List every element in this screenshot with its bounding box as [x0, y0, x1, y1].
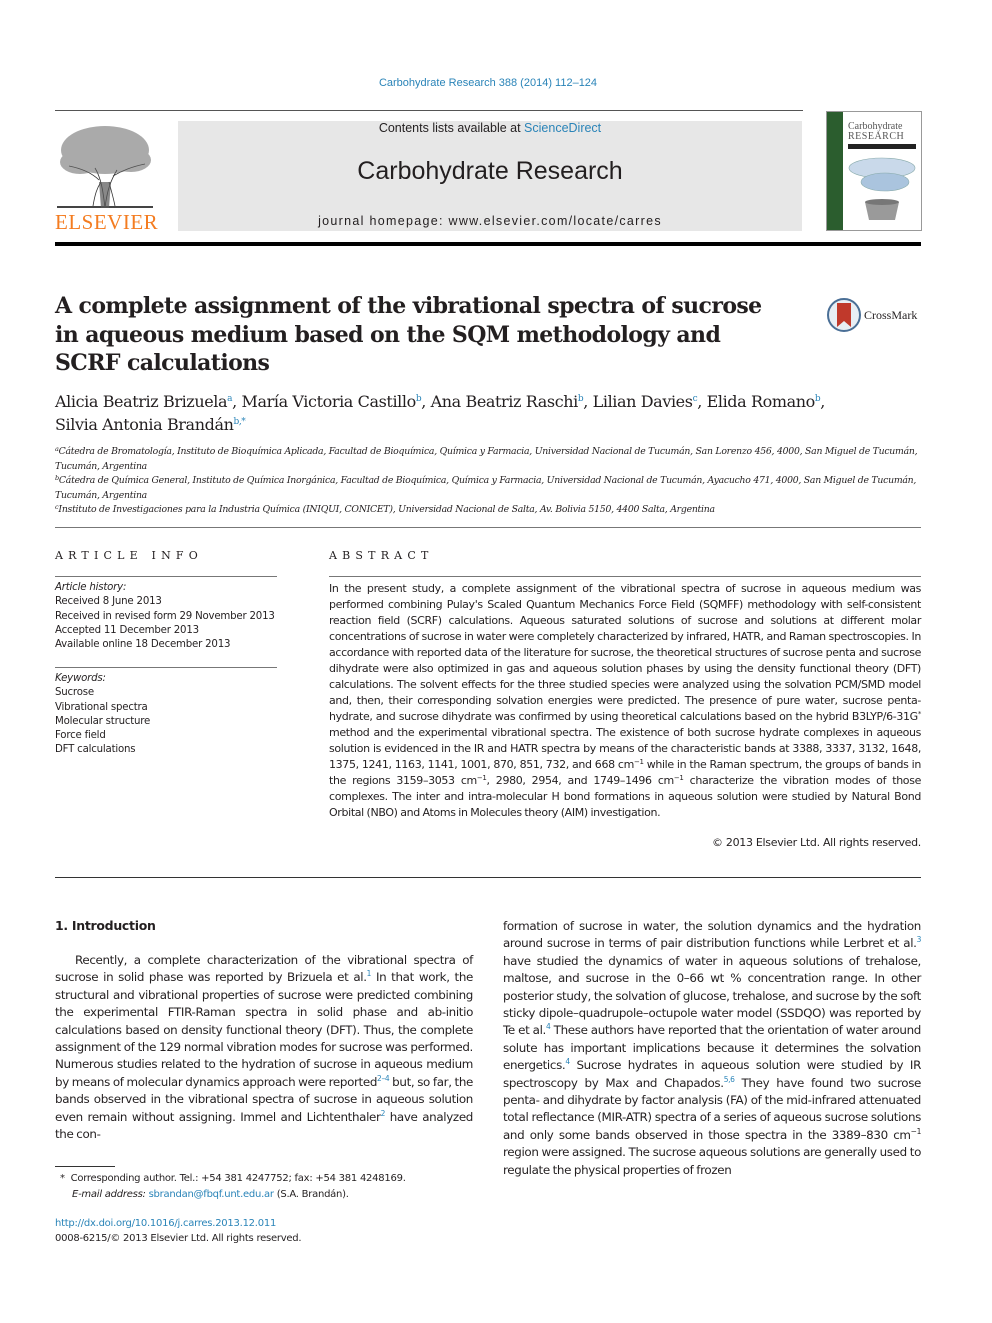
affiliations-rule [55, 527, 921, 528]
sciencedirect-link[interactable]: ScienceDirect [524, 121, 601, 135]
history-item: Accepted 11 December 2013 [55, 624, 199, 636]
reference-link[interactable]: 3 [917, 935, 922, 944]
abstract-superscript: −1 [673, 774, 684, 782]
cover-illustration-icon [848, 157, 916, 220]
author-name[interactable]: Silvia Antonia Brandán [55, 415, 234, 434]
author-separator: , [820, 392, 825, 411]
author-separator: , [583, 392, 593, 411]
paragraph: Recently, a complete characterization of… [55, 952, 473, 1143]
history-item: Available online 18 December 2013 [55, 639, 231, 651]
journal-cover-thumbnail[interactable]: Carbohydrate RESEARCH [826, 111, 922, 231]
corresponding-text: Corresponding author. Tel.: +54 381 4247… [70, 1173, 406, 1184]
keyword-item: Vibrational spectra [55, 701, 148, 713]
abstract-copyright: © 2013 Elsevier Ltd. All rights reserved… [712, 836, 921, 849]
article-info-heading: ARTICLE INFO [55, 549, 203, 562]
corresponding-author-footnote: * Corresponding author. Tel.: +54 381 42… [60, 1171, 480, 1203]
article-history: Article history: Received 8 June 2013 Re… [55, 581, 285, 652]
affiliation-text: Cátedra de Bromatología, Instituto de Bi… [55, 446, 918, 472]
email-label: E-mail address: [72, 1189, 149, 1200]
abstract-superscript: * [917, 710, 922, 718]
abstract-segment: , 2980, 2954, and 1749–1496 cm [486, 774, 675, 787]
paragraph: formation of sucrose in water, the solut… [503, 918, 921, 1179]
journal-masthead: Contents lists available at ScienceDirec… [178, 121, 802, 231]
email-line: E-mail address: sbrandan@fbqf.unt.edu.ar… [60, 1187, 480, 1203]
unit-superscript: −1 [910, 1126, 922, 1136]
corresponding-line: * Corresponding author. Tel.: +54 381 42… [60, 1171, 480, 1187]
article-title: A complete assignment of the vibrational… [55, 293, 762, 376]
author-name[interactable]: Ana Beatriz Raschi [431, 392, 579, 411]
author-name[interactable]: Alicia Beatriz Brizuela [55, 392, 228, 411]
homepage-prefix: journal homepage: [318, 214, 449, 228]
author-name[interactable]: María Victoria Castillo [242, 392, 417, 411]
keywords: Keywords: Sucrose Vibrational spectra Mo… [55, 672, 285, 758]
header-rule [55, 110, 803, 111]
journal-name: Carbohydrate Research [357, 157, 623, 185]
text-segment: In that work, the structural and vibrati… [55, 970, 473, 1089]
crossmark-label[interactable]: CrossMark [864, 308, 917, 323]
header-thick-rule [55, 242, 921, 246]
affiliation-item: bCátedra de Química General, Instituto d… [55, 474, 921, 503]
abstract-heading: ABSTRACT [329, 549, 434, 562]
keywords-label: Keywords: [55, 673, 106, 684]
doi-link[interactable]: http://dx.doi.org/10.1016/j.carres.2013.… [55, 1216, 276, 1231]
affiliation-text: Cátedra de Química General, Instituto de… [55, 475, 917, 501]
author-name[interactable]: Lilian Davies [593, 392, 693, 411]
body-column-right: formation of sucrose in water, the solut… [503, 918, 921, 1179]
body-rule [55, 877, 921, 878]
email-link[interactable]: sbrandan@fbqf.unt.edu.ar [149, 1189, 274, 1200]
journal-citation-link[interactable]: Carbohydrate Research 388 (2014) 112–124 [0, 77, 976, 89]
text-segment: formation of sucrose in water, the solut… [503, 919, 921, 951]
history-item: Received 8 June 2013 [55, 596, 162, 608]
footnote-rule [55, 1166, 115, 1167]
reference-link[interactable]: 5,6 [724, 1075, 735, 1084]
keyword-item: Force field [55, 730, 106, 742]
abstract-rule [329, 576, 921, 577]
cover-subtitle: RESEARCH [848, 131, 905, 142]
cover-band [827, 112, 843, 230]
affiliation-item: cInstituto de Investigaciones para la In… [55, 503, 921, 518]
abstract-segment: In the present study, a complete assignm… [329, 582, 921, 723]
abstract-superscript: −1 [476, 774, 487, 782]
journal-homepage: journal homepage: www.elsevier.com/locat… [178, 214, 802, 228]
keyword-item: DFT calculations [55, 744, 136, 756]
abstract-superscript: −1 [633, 758, 644, 766]
article-info-rule [55, 576, 277, 577]
section-heading-introduction: 1. Introduction [55, 918, 156, 933]
abstract-text: In the present study, a complete assignm… [329, 581, 921, 821]
email-suffix: (S.A. Brandán). [273, 1189, 349, 1200]
affiliation-text: Instituto de Investigaciones para la Ind… [58, 504, 715, 515]
cover-bar [848, 144, 916, 149]
contents-prefix: Contents lists available at [378, 121, 525, 135]
author-name[interactable]: Elida Romano [707, 392, 816, 411]
reference-link[interactable]: 2–4 [377, 1074, 390, 1083]
history-item: Received in revised form 29 November 201… [55, 610, 275, 622]
elsevier-wordmark: ELSEVIER [55, 210, 159, 234]
issn-copyright: 0008-6215/© 2013 Elsevier Ltd. All right… [55, 1233, 302, 1244]
author-affiliation-ref[interactable]: b,* [233, 417, 245, 427]
article-history-label: Article history: [55, 582, 127, 593]
author-separator: , [421, 392, 431, 411]
author-separator: , [232, 392, 242, 411]
body-column-left: Recently, a complete characterization of… [55, 952, 473, 1143]
keywords-rule [55, 667, 277, 668]
contents-availability: Contents lists available at ScienceDirec… [178, 121, 802, 135]
homepage-url[interactable]: www.elsevier.com/locate/carres [449, 214, 662, 228]
footnote-marker: * [60, 1173, 65, 1184]
author-list: Alicia Beatriz Brizuelaa, María Victoria… [55, 390, 921, 436]
text-segment: region were assigned. The sucrose aqueou… [503, 1145, 921, 1177]
affiliation-item: aCátedra de Bromatología, Instituto de B… [55, 445, 921, 474]
author-separator: , [697, 392, 707, 411]
keyword-item: Molecular structure [55, 715, 151, 727]
keyword-item: Sucrose [55, 687, 94, 699]
affiliations: aCátedra de Bromatología, Instituto de B… [55, 445, 921, 518]
